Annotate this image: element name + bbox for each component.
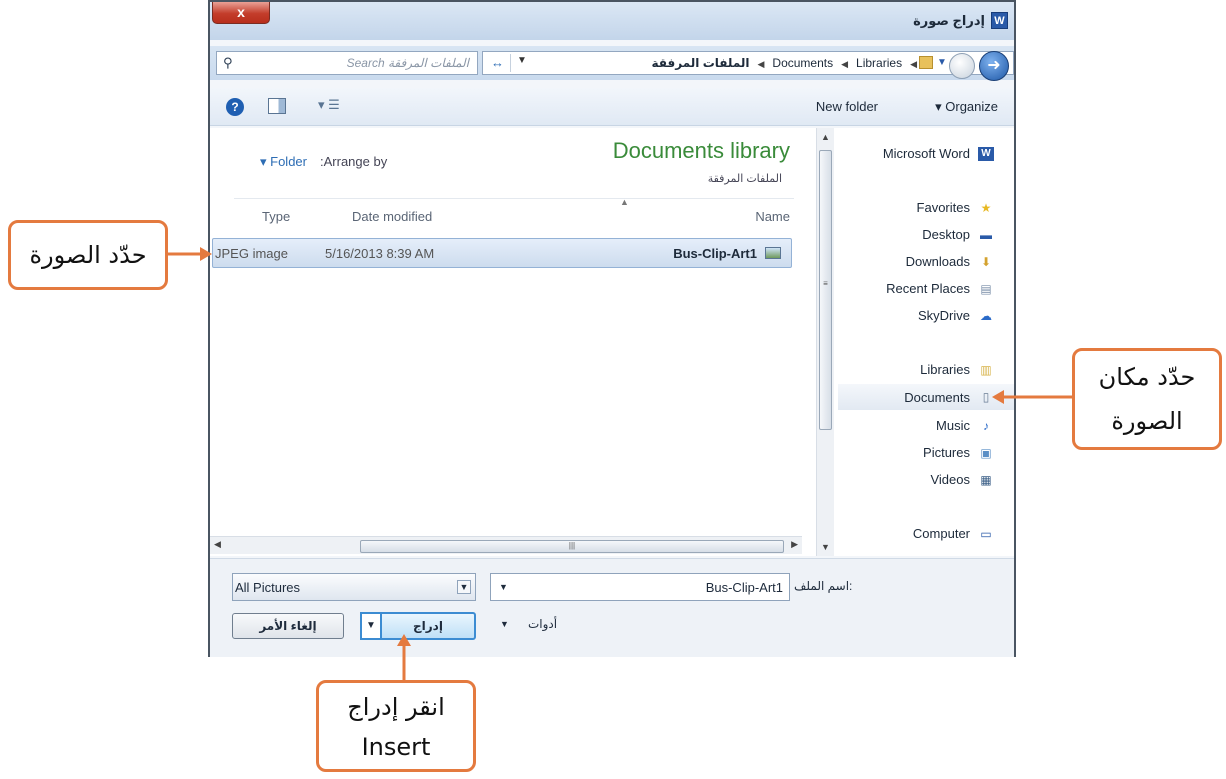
callout-text: حدّد الصورة bbox=[29, 241, 147, 269]
callout-arrows bbox=[168, 247, 1072, 680]
arrow-to-documents bbox=[992, 390, 1072, 404]
callout-text: الصورة bbox=[1111, 407, 1183, 435]
callout-text: حدّد مكان bbox=[1098, 363, 1196, 391]
callout-select-location: حدّد مكان الصورة bbox=[1072, 348, 1222, 450]
callout-text: Insert bbox=[361, 733, 431, 761]
callout-click-insert: انقر إدراج Insert bbox=[316, 680, 476, 772]
arrow-to-file-row bbox=[168, 247, 212, 261]
callout-select-image: حدّد الصورة bbox=[8, 220, 168, 290]
arrow-to-insert-button bbox=[397, 634, 411, 680]
callout-text: انقر إدراج bbox=[347, 693, 445, 721]
